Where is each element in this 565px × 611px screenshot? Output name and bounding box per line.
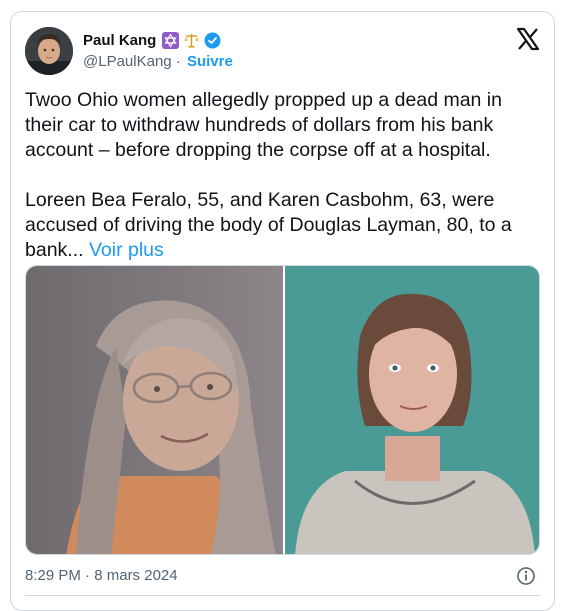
see-more-link[interactable]: Voir plus (89, 239, 164, 261)
separator: · (171, 53, 185, 70)
x-logo-icon[interactable] (516, 27, 540, 51)
media-photo-left[interactable] (26, 266, 283, 554)
divider (25, 595, 540, 596)
info-icon[interactable] (516, 566, 536, 586)
avatar-photo (25, 27, 73, 75)
tweet-paragraph-1: Twoo Ohio women allegedly propped up a d… (25, 89, 508, 161)
tweet-text: Twoo Ohio women allegedly propped up a d… (25, 88, 540, 263)
timestamp-row: 8:29 PM · 8 mars 2024 (25, 567, 178, 584)
tweet-date[interactable]: 8 mars 2024 (94, 567, 177, 584)
star-of-david-icon (162, 31, 180, 49)
scales-icon (183, 32, 200, 49)
timestamp-separator: · (80, 567, 95, 584)
author-name[interactable]: Paul Kang (83, 32, 156, 49)
media-photo-right[interactable] (285, 266, 539, 554)
avatar[interactable] (25, 27, 73, 75)
verified-badge-icon (204, 32, 221, 49)
follow-button[interactable]: Suivre (187, 53, 233, 70)
tweet-time[interactable]: 8:29 PM (25, 567, 81, 584)
media-grid (25, 265, 540, 555)
tweet-card: Paul Kang @LPaulKang · Suivre Twoo Ohio … (10, 11, 555, 611)
author-handle[interactable]: @LPaulKang (83, 53, 172, 70)
handle-row: @LPaulKang · Suivre (83, 53, 233, 70)
author-row: Paul Kang (83, 30, 221, 50)
